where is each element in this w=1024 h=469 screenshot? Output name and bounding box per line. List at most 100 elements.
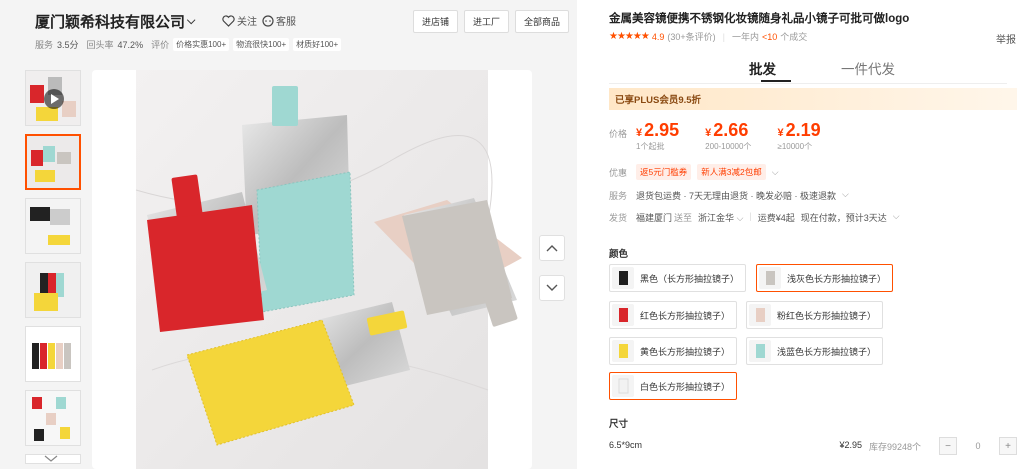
thumbnail-image[interactable] bbox=[25, 390, 81, 446]
star-rating-icon: ★★★★★ bbox=[609, 31, 650, 42]
color-swatch bbox=[759, 267, 781, 289]
color-option-label: 白色长方形抽拉镜子） bbox=[640, 381, 731, 392]
ship-from: 福建厦门 bbox=[636, 213, 673, 223]
thumbnail-image-active[interactable] bbox=[25, 134, 81, 190]
plus-member-banner: 已享PLUS会员9.5折 bbox=[609, 88, 1017, 110]
color-option-label: 红色长方形抽拉镜子） bbox=[640, 310, 731, 321]
heart-icon bbox=[222, 14, 235, 27]
color-option-label: 黑色（长方形抽拉镜子） bbox=[640, 273, 740, 284]
size-price: ¥2.95 bbox=[839, 440, 862, 450]
color-swatch bbox=[612, 267, 634, 289]
follow-label: 关注 bbox=[237, 17, 257, 28]
color-option-label: 浅灰色长方形抽拉镜子） bbox=[787, 273, 887, 284]
ship-to: 浙江金华 bbox=[698, 213, 735, 223]
chevron-down-icon[interactable]: ⌵ bbox=[893, 211, 900, 224]
currency-symbol: ¥ bbox=[636, 127, 643, 139]
color-option[interactable]: 红色长方形抽拉镜子） bbox=[609, 301, 738, 329]
chevron-down-icon: ⌵ bbox=[736, 213, 744, 223]
thumbnails-scroll-down[interactable] bbox=[44, 455, 58, 466]
all-products-button[interactable]: 全部商品 bbox=[514, 10, 569, 33]
main-product-image[interactable] bbox=[92, 70, 532, 469]
follow-button[interactable]: 关注 bbox=[222, 13, 257, 28]
ship-time: 现在付款，预计3天达 bbox=[800, 213, 887, 223]
stat-service-label: 服务 bbox=[35, 40, 54, 50]
increment-button[interactable]: + bbox=[999, 437, 1017, 455]
ship-to-select[interactable]: 浙江金华 ⌵ bbox=[698, 211, 743, 224]
chevron-down-icon[interactable]: ⌵ bbox=[772, 167, 779, 178]
color-option-label: 粉红色长方形抽拉镜子） bbox=[777, 310, 877, 321]
thumbnail-image[interactable] bbox=[25, 262, 81, 318]
sales-count: <10 bbox=[761, 31, 778, 42]
shop-name: 厦门颖希科技有限公司 bbox=[35, 14, 186, 31]
price-amount: 2.19 bbox=[785, 120, 821, 140]
active-tab-indicator bbox=[761, 80, 791, 82]
color-swatch bbox=[612, 304, 634, 326]
rating-count[interactable]: (30+条评价) bbox=[667, 30, 715, 43]
decrement-button[interactable]: − bbox=[939, 437, 957, 455]
product-title: 金属美容镜便携不锈钢化妆镜随身礼品小镜子可批可做logo bbox=[609, 13, 910, 25]
promo-tags: 返5元门槛券 新人满3减2包邮 ⌵ bbox=[636, 164, 779, 180]
chat-icon bbox=[262, 14, 274, 27]
size-stock: 库存99248个 bbox=[868, 442, 921, 452]
quantity-input[interactable]: 0 bbox=[967, 441, 989, 451]
chevron-down-icon: ⌵ bbox=[187, 15, 196, 27]
color-option[interactable]: 黑色（长方形抽拉镜子） bbox=[609, 264, 747, 292]
service-guarantees[interactable]: 退货包运费 · 7天无理由退货 · 晚发必赔 · 极速退款 ⌵ bbox=[636, 189, 849, 202]
color-option[interactable]: 粉红色长方形抽拉镜子） bbox=[746, 301, 884, 329]
ship-fee: 运费¥4起 bbox=[757, 213, 795, 223]
color-option-selected[interactable]: 白色长方形抽拉镜子） bbox=[609, 372, 738, 400]
chevron-down-icon bbox=[44, 455, 58, 462]
report-link[interactable]: 举报 bbox=[996, 31, 1016, 46]
color-label: 颜色 bbox=[609, 249, 629, 260]
product-info-panel: 金属美容镜便携不锈钢化妆镜随身礼品小镜子可批可做logo ★★★★★ 4.9 (… bbox=[595, 0, 1024, 469]
review-tag[interactable]: 价格实惠100+ bbox=[173, 38, 230, 51]
price-tiers: ¥2.95 1个起批 ¥2.66 200-10000个 ¥2.19 ≥10000… bbox=[636, 120, 821, 152]
chevron-up-icon bbox=[546, 245, 558, 252]
price-qty: 1个起批 bbox=[636, 142, 665, 151]
thumbnail-image[interactable] bbox=[25, 326, 81, 382]
gallery-prev-button[interactable] bbox=[539, 235, 565, 261]
shop-stats: 服务 3.5分 回头率 47.2% 评价 价格实惠100+ 物流很快100+ 材… bbox=[35, 38, 342, 51]
customer-service-button[interactable]: 客服 bbox=[262, 13, 296, 28]
enter-shop-button[interactable]: 进店铺 bbox=[412, 10, 458, 33]
quantity-stepper: − 0 + bbox=[939, 437, 1017, 455]
review-tag[interactable]: 材质好100+ bbox=[293, 38, 342, 51]
gallery-next-button[interactable] bbox=[539, 275, 565, 301]
color-option[interactable]: 黄色长方形抽拉镜子） bbox=[609, 337, 738, 365]
size-row: 6.5*9cm ¥2.95 库存99248个 − 0 + bbox=[609, 437, 1017, 456]
color-option-selected[interactable]: 浅灰色长方形抽拉镜子） bbox=[756, 264, 894, 292]
enter-factory-button[interactable]: 进工厂 bbox=[463, 10, 509, 33]
service-label: 客服 bbox=[276, 17, 296, 28]
color-swatch bbox=[749, 340, 771, 362]
shipping-row: 福建厦门 送至 浙江金华 ⌵ | 运费¥4起 现在付款，预计3天达 ⌵ bbox=[636, 211, 900, 224]
coupon-tag[interactable]: 新人满3减2包邮 bbox=[697, 164, 766, 180]
currency-symbol: ¥ bbox=[705, 127, 712, 139]
price-qty: 200-10000个 bbox=[705, 142, 752, 151]
thumbnail-image[interactable] bbox=[25, 198, 81, 254]
coupon-tag[interactable]: 返5元门槛券 bbox=[636, 164, 692, 180]
tab-wholesale[interactable]: 批发 bbox=[749, 58, 776, 78]
price-tier: ¥2.95 1个起批 bbox=[636, 120, 679, 152]
color-swatch bbox=[612, 340, 634, 362]
chevron-down-icon: ⌵ bbox=[842, 189, 849, 199]
price-label: 价格 bbox=[609, 129, 628, 139]
shop-name-link[interactable]: 厦门颖希科技有限公司 ⌵ bbox=[35, 11, 195, 32]
price-qty: ≥10000个 bbox=[777, 142, 813, 151]
sales-suffix: 个成交 bbox=[780, 32, 808, 42]
thumbnail-list bbox=[25, 70, 83, 464]
shop-header: 厦门颖希科技有限公司 ⌵ 关注 客服 进店铺 进工厂 全部商品 服务 3.5分 … bbox=[25, 0, 577, 58]
chevron-down-icon bbox=[546, 284, 558, 291]
price-tier: ¥2.66 200-10000个 bbox=[705, 120, 751, 152]
color-option[interactable]: 浅蓝色长方形抽拉镜子） bbox=[746, 337, 884, 365]
rating-score: 4.9 bbox=[651, 31, 665, 42]
promo-label: 优惠 bbox=[609, 168, 628, 178]
review-tag[interactable]: 物流很快100+ bbox=[233, 38, 290, 51]
ship-to-word: 送至 bbox=[674, 213, 693, 223]
price-amount: 2.95 bbox=[644, 120, 680, 140]
size-label: 尺寸 bbox=[609, 419, 629, 430]
tab-dropship[interactable]: 一件代发 bbox=[841, 58, 895, 78]
service-list: 退货包运费 · 7天无理由退货 · 晚发必赔 · 极速退款 bbox=[636, 191, 837, 201]
purchase-mode-tabs: 批发 一件代发 bbox=[609, 54, 1007, 84]
thumbnail-video[interactable] bbox=[25, 70, 81, 126]
rating-row: ★★★★★ 4.9 (30+条评价) | 一年内 <10 个成交 bbox=[609, 30, 808, 43]
